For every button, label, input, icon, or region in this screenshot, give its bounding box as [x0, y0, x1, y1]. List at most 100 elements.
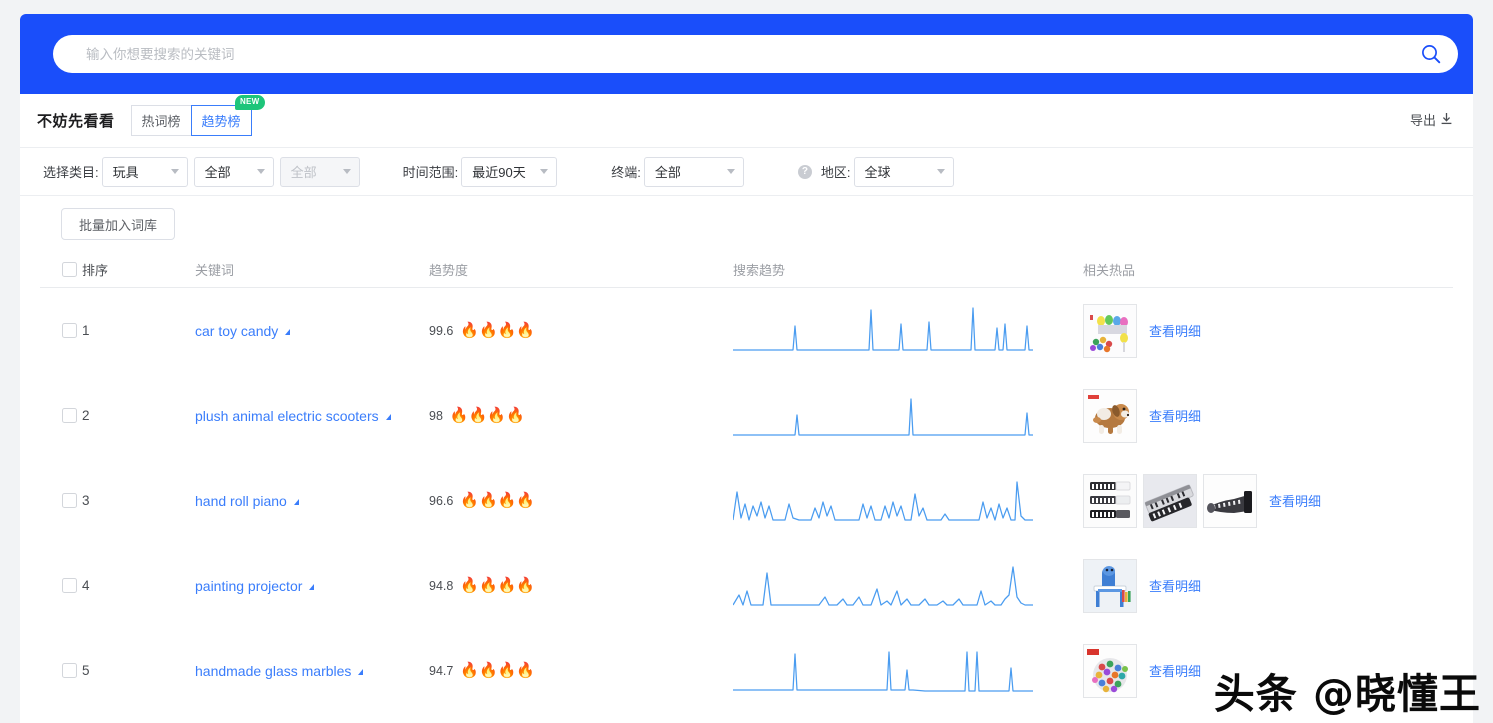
row-rank: 5	[82, 663, 90, 678]
keyword-expand-icon[interactable]	[293, 498, 299, 505]
category-select-1[interactable]: 玩具	[101, 156, 188, 187]
select-all-checkbox[interactable]	[62, 262, 77, 277]
row-checkbox[interactable]	[62, 493, 77, 508]
tab-group: 热词榜 趋势榜 NEW	[130, 95, 265, 136]
row-keyword-cell: hand roll piano	[195, 493, 429, 509]
search-trend-sparkline	[733, 565, 1033, 606]
trend-flame-rating: 🔥 🔥 🔥 🔥	[460, 493, 535, 508]
question-mark-icon[interactable]: ?	[797, 164, 812, 179]
export-button[interactable]: 导出	[1410, 110, 1453, 129]
flame-icon: 🔥	[516, 576, 536, 595]
chevron-down-icon	[170, 169, 179, 174]
row-select-cell	[40, 578, 82, 593]
flame-icon: 🔥	[460, 491, 480, 510]
product-thumbnail[interactable]	[1083, 303, 1137, 358]
column-header-rank: 排序	[82, 263, 109, 278]
time-range-value: 最近90天	[472, 165, 526, 180]
row-trend-cell: 94.8 🔥 🔥 🔥 🔥	[429, 578, 733, 594]
select-all-cell	[40, 262, 82, 277]
trend-score: 99.6	[429, 323, 454, 338]
search-icon	[1420, 43, 1442, 65]
keyword-link[interactable]: hand roll piano	[195, 493, 287, 509]
table-row: 1 car toy candy 99.6 🔥 🔥 🔥 🔥 查看明细	[40, 288, 1453, 373]
flame-icon: 🔥	[497, 321, 517, 340]
product-thumbnail[interactable]	[1083, 643, 1137, 698]
flame-icon: 🔥	[460, 576, 480, 595]
view-detail-link[interactable]: 查看明细	[1269, 491, 1321, 510]
search-input[interactable]	[53, 46, 1404, 62]
flame-icon: 🔥	[479, 661, 498, 680]
flame-icon: 🔥	[516, 491, 536, 510]
category-select-1-value: 玩具	[112, 165, 139, 180]
column-header-search-trend: 搜索趋势	[733, 263, 786, 278]
table-row: 4 painting projector 94.8 🔥 🔥 🔥 🔥 查看明细	[40, 543, 1453, 628]
search-header	[20, 14, 1473, 94]
keyword-expand-icon[interactable]	[285, 328, 291, 335]
column-header-trend-score: 趋势度	[429, 263, 469, 278]
terminal-select[interactable]: 全部	[643, 156, 744, 187]
tab-hot-words[interactable]: 热词榜	[130, 105, 192, 136]
table-row: 3 hand roll piano 96.6 🔥 🔥 🔥 🔥 查看明细	[40, 458, 1453, 543]
row-checkbox[interactable]	[62, 323, 77, 338]
row-trend-cell: 94.7 🔥 🔥 🔥 🔥	[429, 663, 733, 679]
row-keyword-cell: plush animal electric scooters	[195, 408, 429, 424]
category-select-3[interactable]: 全部	[279, 156, 360, 187]
search-trend-sparkline	[733, 480, 1033, 521]
row-rank: 2	[82, 408, 90, 423]
row-search-trend-cell	[733, 646, 1083, 696]
trend-score: 94.7	[429, 663, 454, 678]
download-icon	[1440, 112, 1453, 128]
product-thumbnail[interactable]	[1083, 558, 1137, 613]
flame-icon: 🔥	[460, 321, 480, 340]
region-label: 地区:	[820, 165, 851, 180]
keyword-link[interactable]: handmade glass marbles	[195, 663, 351, 679]
toolbar-row: 批量加入词库	[20, 196, 1473, 252]
keyword-expand-icon[interactable]	[309, 583, 315, 590]
flame-icon: 🔥	[460, 661, 480, 680]
row-checkbox[interactable]	[62, 408, 77, 423]
search-button[interactable]	[1404, 35, 1458, 73]
row-hot-products-cell: 查看明细	[1083, 303, 1453, 358]
search-trend-sparkline	[733, 650, 1033, 692]
view-detail-link[interactable]: 查看明细	[1149, 661, 1201, 680]
column-header-keyword: 关键词	[195, 263, 235, 278]
category-select-2[interactable]: 全部	[193, 156, 274, 187]
keyword-link[interactable]: plush animal electric scooters	[195, 408, 379, 424]
column-header-hot-products: 相关热品	[1083, 263, 1136, 278]
tabs-row: 不妨先看看 热词榜 趋势榜 NEW 导出	[20, 94, 1473, 147]
keyword-link[interactable]: car toy candy	[195, 323, 278, 339]
view-detail-link[interactable]: 查看明细	[1149, 576, 1201, 595]
row-checkbox[interactable]	[62, 663, 77, 678]
time-range-select[interactable]: 最近90天	[461, 156, 558, 187]
batch-add-to-lexicon-button[interactable]: 批量加入词库	[61, 208, 176, 240]
table-row: 2 plush animal electric scooters 98 🔥 🔥 🔥 🔥 查看…	[40, 373, 1453, 458]
chevron-down-icon	[256, 169, 265, 174]
table-row: 5 handmade glass marbles 94.7 🔥 🔥 🔥 🔥 查看明细	[40, 628, 1453, 713]
search-trend-sparkline	[733, 397, 1033, 436]
row-checkbox[interactable]	[62, 578, 77, 593]
search-trend-sparkline	[733, 306, 1033, 351]
trend-score: 94.8	[429, 578, 454, 593]
keyword-expand-icon[interactable]	[358, 668, 364, 675]
keyword-link[interactable]: painting projector	[195, 578, 302, 594]
category-label: 选择类目:	[43, 165, 99, 180]
product-thumbnail[interactable]	[1083, 473, 1137, 528]
chevron-down-icon	[936, 169, 945, 174]
category-select-3-value: 全部	[290, 165, 317, 180]
flame-icon: 🔥	[479, 491, 498, 510]
trend-flame-rating: 🔥 🔥 🔥 🔥	[460, 323, 535, 338]
product-thumbnail[interactable]	[1203, 473, 1257, 528]
region-select[interactable]: 全球	[853, 156, 954, 187]
row-search-trend-cell	[733, 391, 1083, 441]
product-thumbnail[interactable]	[1083, 388, 1137, 443]
row-select-cell	[40, 663, 82, 678]
chevron-down-icon	[342, 169, 351, 174]
row-rank: 4	[82, 578, 90, 593]
flame-icon: 🔥	[468, 406, 488, 425]
view-detail-link[interactable]: 查看明细	[1149, 321, 1201, 340]
keyword-expand-icon[interactable]	[385, 413, 391, 420]
flame-icon: 🔥	[497, 661, 517, 680]
row-hot-products-cell: 查看明细	[1083, 643, 1453, 698]
view-detail-link[interactable]: 查看明细	[1149, 406, 1201, 425]
product-thumbnail[interactable]	[1143, 473, 1197, 528]
